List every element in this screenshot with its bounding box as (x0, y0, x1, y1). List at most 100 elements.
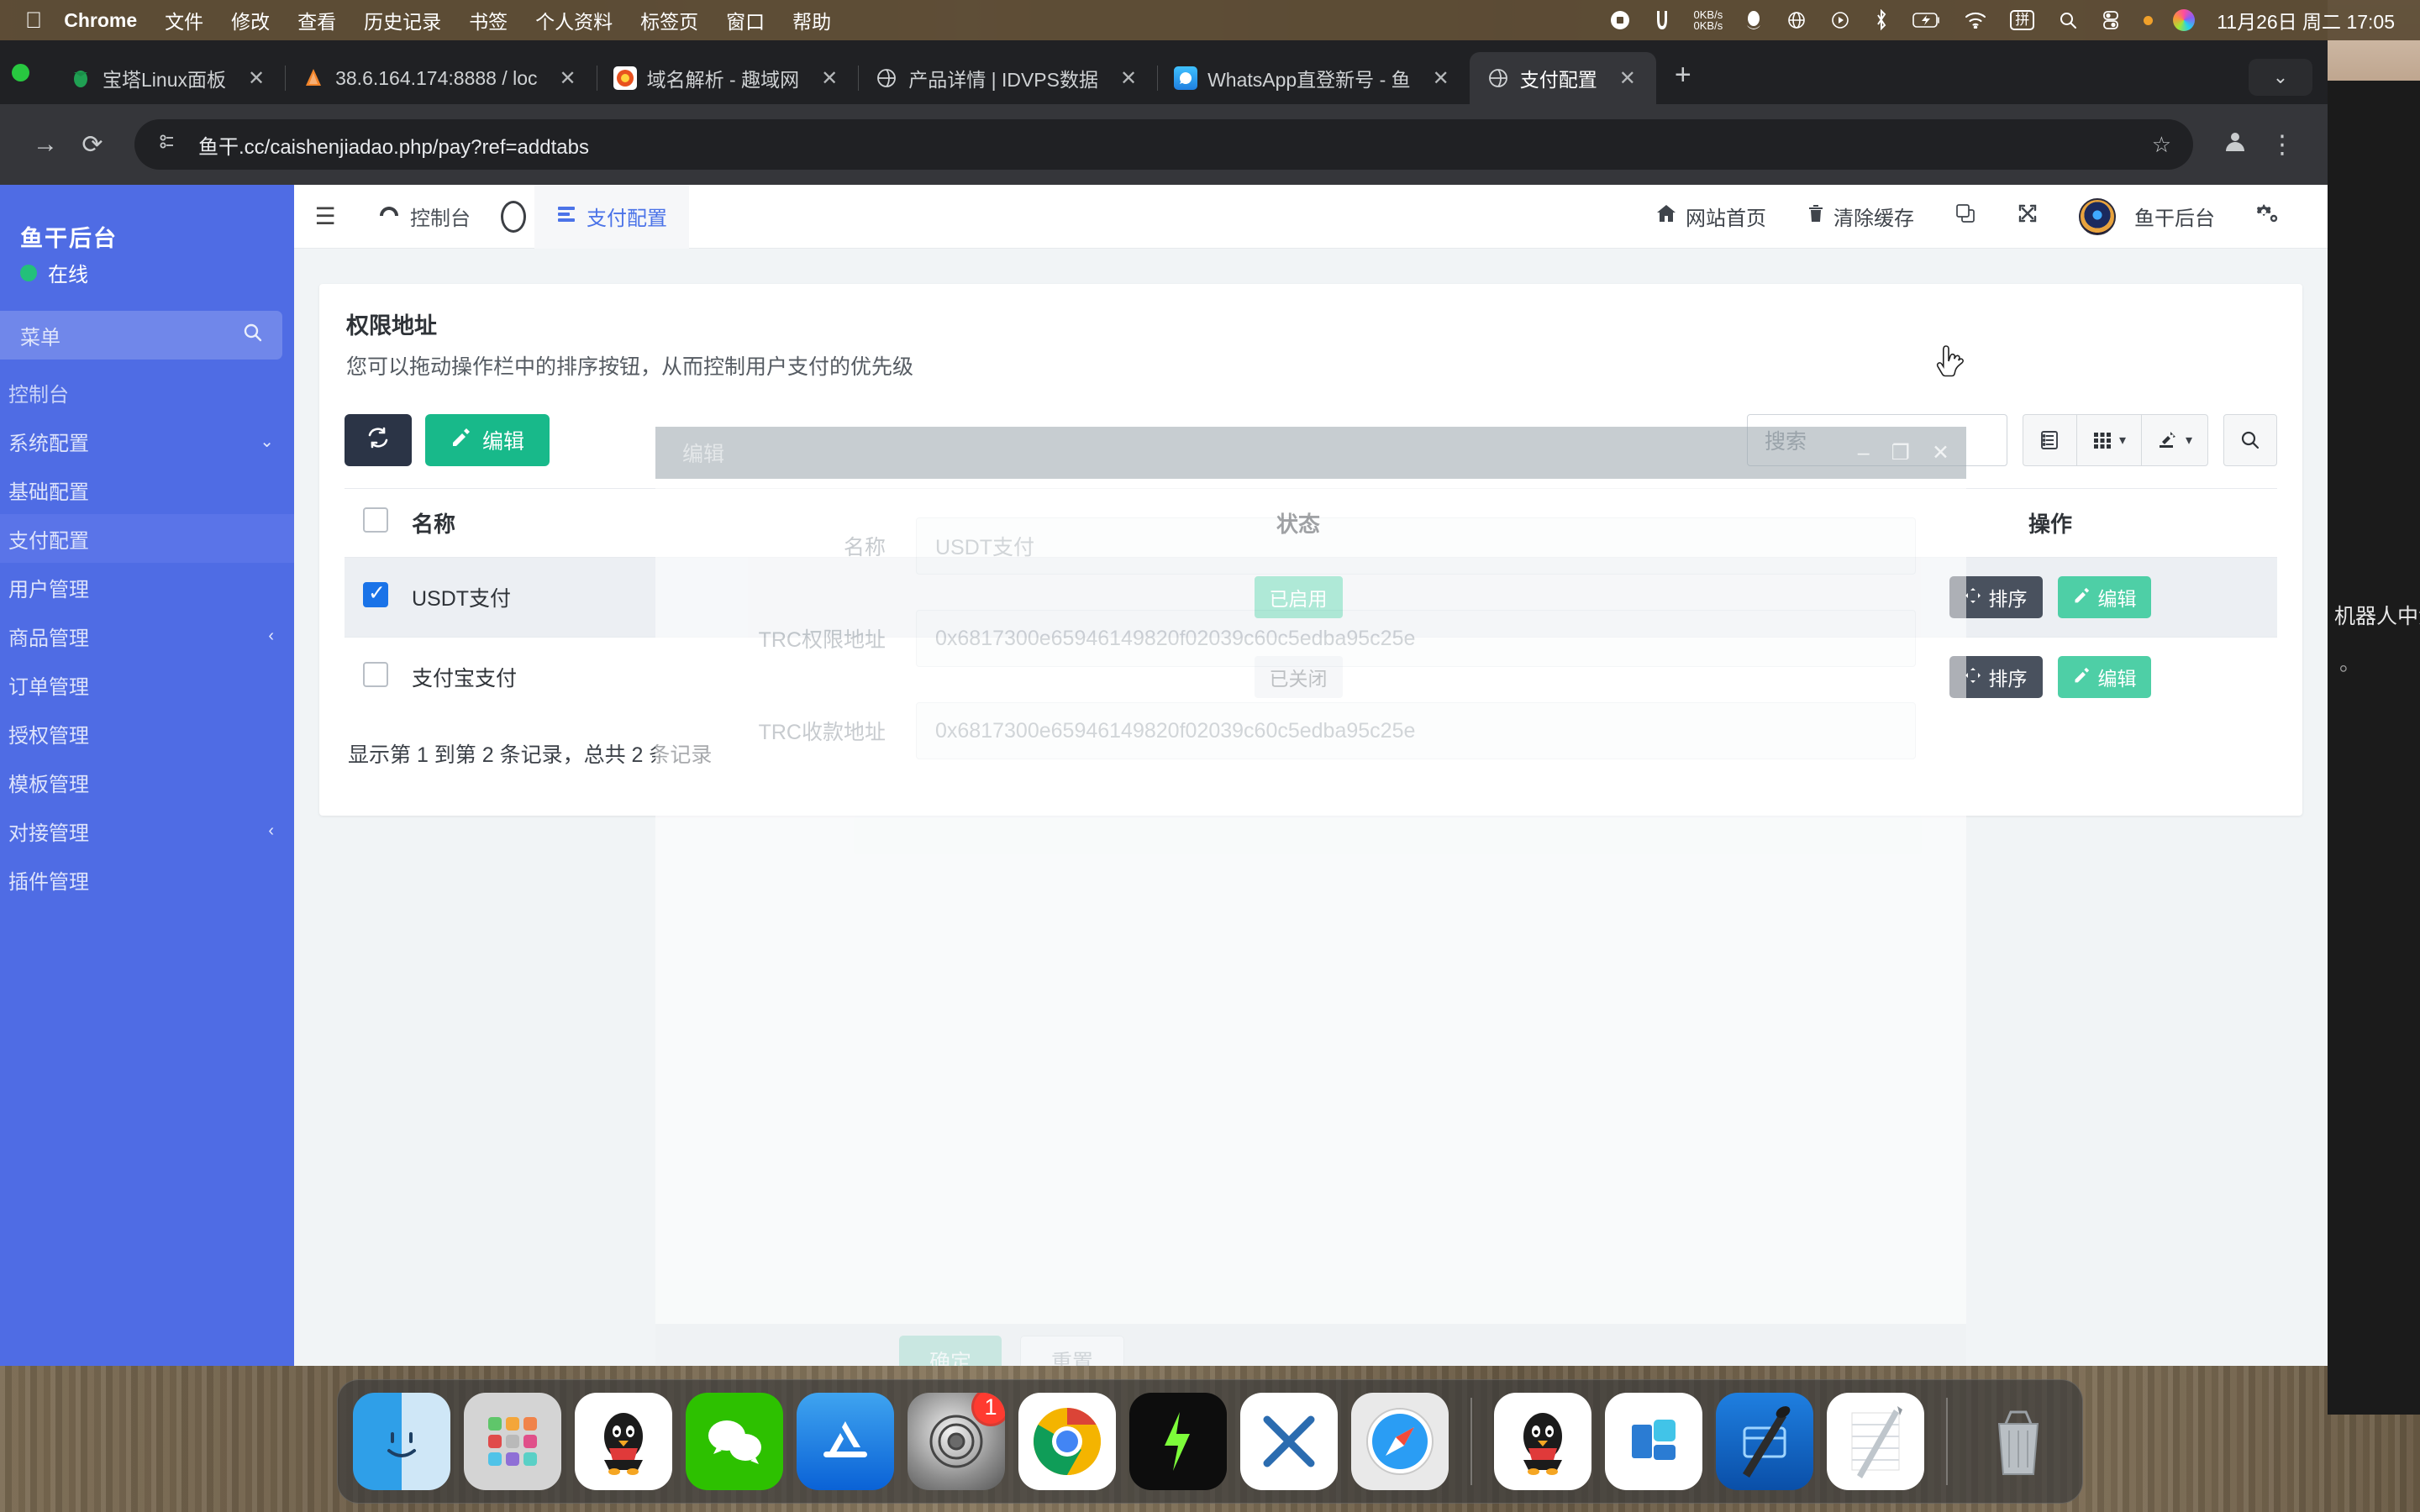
sidebar-item-user-management[interactable]: 用户管理 (0, 563, 294, 612)
dock-item-trash[interactable] (1970, 1393, 2067, 1490)
dock-item-xcode[interactable] (1716, 1393, 1813, 1490)
modal-title-bar[interactable]: 编辑 – ❐ ✕ (655, 427, 1966, 479)
siri-icon[interactable] (2173, 9, 2196, 31)
input-method-icon[interactable]: 拼 (2010, 10, 2035, 30)
dock-item-finder[interactable] (353, 1393, 450, 1490)
menu-item-chrome[interactable]: Chrome (64, 9, 137, 32)
menu-item-edit[interactable]: 修改 (231, 6, 270, 34)
dock-item-thunder-download[interactable] (1129, 1393, 1227, 1490)
globe-translate-icon[interactable] (1786, 10, 1807, 30)
wifi-icon[interactable] (1965, 12, 1986, 29)
trc-receive-address-field[interactable]: 0x6817300e65946149820f02039c60c5edba95c2… (916, 702, 1916, 759)
menu-item-tabs[interactable]: 标签页 (640, 6, 698, 34)
bookmark-star-icon[interactable]: ☆ (2152, 132, 2171, 158)
dock-item-notes[interactable] (1827, 1393, 1924, 1490)
browser-tab-2-close-icon[interactable]: ✕ (809, 66, 850, 91)
tab-search-chevron-down-icon[interactable]: ⌄ (2249, 59, 2312, 96)
browser-tab-3[interactable]: 产品详情 | IDVPS数据 ✕ (858, 52, 1159, 104)
menubar-clock[interactable]: 11月26日 周二 17:05 (2217, 6, 2395, 34)
browser-tab-5-active[interactable]: 支付配置 ✕ (1469, 52, 1656, 104)
dock-item-wechat[interactable] (686, 1393, 783, 1490)
trc-auth-address-field[interactable]: 0x6817300e65946149820f02039c60c5edba95c2… (916, 610, 1916, 667)
menu-item-file[interactable]: 文件 (165, 6, 203, 34)
fullscreen-button[interactable] (1996, 202, 2059, 230)
screen-record-play-icon[interactable] (1830, 10, 1850, 30)
menu-item-help[interactable]: 帮助 (792, 6, 831, 34)
dock-item-microsoft-teams[interactable] (1605, 1393, 1702, 1490)
sidebar-item-system-config[interactable]: 系统配置 ⌄ (0, 417, 294, 465)
chrome-menu-icon[interactable]: ⋮ (2259, 130, 2306, 160)
new-tab-button[interactable]: + (1656, 59, 1710, 92)
search-icon[interactable] (2223, 414, 2277, 466)
bluetooth-icon[interactable] (1874, 9, 1889, 31)
clear-cache-button[interactable]: 清除缓存 (1786, 202, 1934, 231)
browser-tab-0[interactable]: 宝塔Linux面板 ✕ (52, 52, 287, 104)
menu-item-history[interactable]: 历史记录 (364, 6, 441, 34)
browser-tab-3-close-icon[interactable]: ✕ (1108, 66, 1149, 91)
user-profile-button[interactable]: 鱼干后台 (2059, 197, 2235, 235)
istat-menus-icon[interactable] (1654, 9, 1670, 31)
select-all-checkbox[interactable] (363, 507, 388, 533)
modal-confirm-button[interactable]: 确定 (899, 1335, 1002, 1366)
sidebar-item-authorization-management[interactable]: 授权管理 (0, 709, 294, 758)
browser-tab-2[interactable]: 域名解析 - 趣域网 ✕ (597, 52, 860, 104)
dock-item-qq-2[interactable] (1494, 1393, 1591, 1490)
sidebar-item-payment-config[interactable]: 支付配置 (0, 514, 294, 563)
row-checkbox[interactable] (363, 661, 388, 687)
export-icon[interactable]: ▾ (2140, 414, 2208, 466)
sidebar-item-basic-config[interactable]: 基础配置 (0, 465, 294, 514)
spotlight-search-icon[interactable] (2058, 10, 2078, 30)
sidebar-item-dashboard[interactable]: 控制台 (0, 368, 294, 417)
browser-tab-4[interactable]: WhatsApp直登新号 - 鱼 ✕ (1157, 52, 1470, 104)
address-bar[interactable]: 鱼干.cc/caishenjiadao.php/pay?ref=addtabs … (134, 119, 2193, 170)
dock-item-google-chrome[interactable] (1018, 1393, 1116, 1490)
row-edit-button[interactable]: 编辑 (2058, 656, 2152, 698)
website-home-button[interactable]: 网站首页 (1635, 202, 1786, 231)
apple-logo-icon[interactable]:  (25, 8, 42, 32)
browser-tab-5-close-icon[interactable]: ✕ (1607, 66, 1648, 91)
sidebar-item-order-management[interactable]: 订单管理 (0, 660, 294, 709)
browser-tab-1-close-icon[interactable]: ✕ (548, 66, 588, 91)
menu-item-window[interactable]: 窗口 (726, 6, 765, 34)
admin-tab-payment-config[interactable]: 支付配置 (534, 185, 689, 249)
browser-tab-0-close-icon[interactable]: ✕ (236, 66, 276, 91)
sidebar-toggle-burger-icon[interactable]: ☰ (294, 202, 356, 230)
settings-button[interactable] (2235, 202, 2299, 230)
modal-close-icon[interactable]: ✕ (1932, 440, 1949, 465)
dock-item-safari[interactable] (1351, 1393, 1449, 1490)
sidebar-menu-search-input[interactable]: 菜单 (0, 311, 282, 360)
menu-item-bookmarks[interactable]: 书签 (469, 6, 508, 34)
dock-item-system-settings[interactable]: 1 (908, 1393, 1005, 1490)
sidebar-item-plugin-management[interactable]: 插件管理 (0, 855, 294, 904)
language-switch-button[interactable] (1934, 202, 1996, 230)
modal-reset-button[interactable]: 重置 (1020, 1335, 1125, 1366)
modal-maximize-icon[interactable]: ❐ (1891, 440, 1910, 465)
sidebar-item-integration-management[interactable]: 对接管理 ‹ (0, 806, 294, 855)
dock-item-launchpad[interactable] (464, 1393, 561, 1490)
window-maximize-button[interactable] (12, 64, 29, 81)
network-speed-indicator[interactable]: 0KB/s 0KB/s (1694, 9, 1723, 31)
edit-button[interactable]: 编辑 (425, 414, 550, 466)
sidebar-item-template-management[interactable]: 模板管理 (0, 758, 294, 806)
menu-item-view[interactable]: 查看 (297, 6, 336, 34)
modal-minimize-icon[interactable]: – (1858, 441, 1870, 465)
column-toggle-icon[interactable] (2022, 414, 2076, 466)
forward-arrow-icon[interactable]: → (22, 130, 69, 159)
site-settings-icon[interactable] (156, 131, 182, 159)
row-checkbox[interactable] (363, 580, 388, 607)
reload-icon[interactable]: ⟳ (69, 130, 116, 160)
search-icon[interactable] (242, 322, 264, 349)
browser-tab-1[interactable]: 38.6.164.174:8888 / loc ✕ (285, 52, 597, 104)
background-app-window[interactable]: 机器人中添加 。 (2328, 0, 2420, 1415)
browser-tab-4-close-icon[interactable]: ✕ (1421, 66, 1461, 91)
menu-item-profiles[interactable]: 个人资料 (535, 6, 613, 34)
dock-item-app-store[interactable] (797, 1393, 894, 1490)
grid-view-icon[interactable]: ▾ (2075, 414, 2141, 466)
dock-item-vs-code[interactable] (1240, 1393, 1338, 1490)
battery-charging-icon[interactable] (1912, 12, 1941, 29)
sidebar-item-product-management[interactable]: 商品管理 ‹ (0, 612, 294, 660)
dock-item-qq[interactable] (575, 1393, 672, 1490)
row-edit-button[interactable]: 编辑 (2058, 576, 2152, 618)
admin-tab-dashboard[interactable]: 控制台 (356, 185, 492, 249)
qq-menu-icon[interactable] (1744, 9, 1763, 31)
